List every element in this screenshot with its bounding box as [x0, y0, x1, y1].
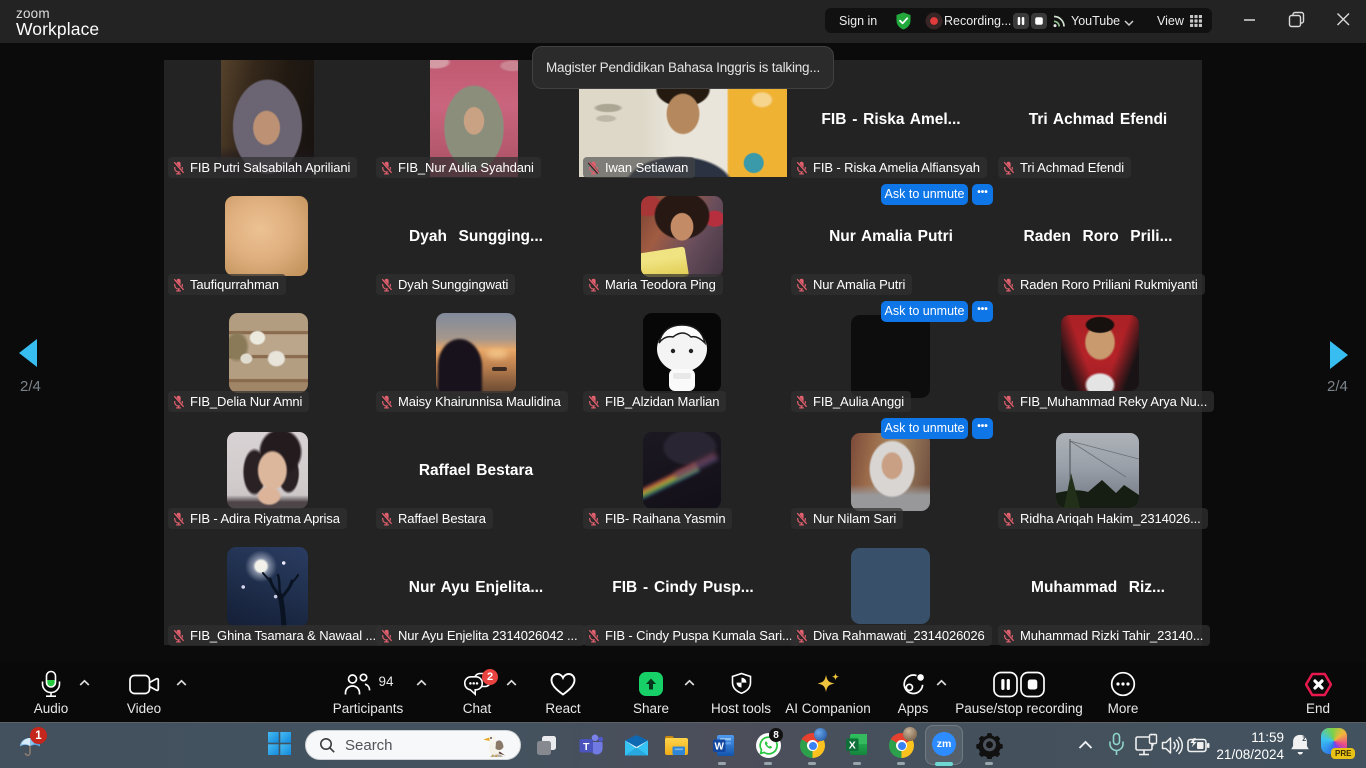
svg-text:W: W	[714, 742, 724, 753]
svg-text:T: T	[583, 741, 590, 753]
svg-text:X: X	[849, 740, 856, 752]
svg-text:z: z	[1302, 733, 1306, 743]
